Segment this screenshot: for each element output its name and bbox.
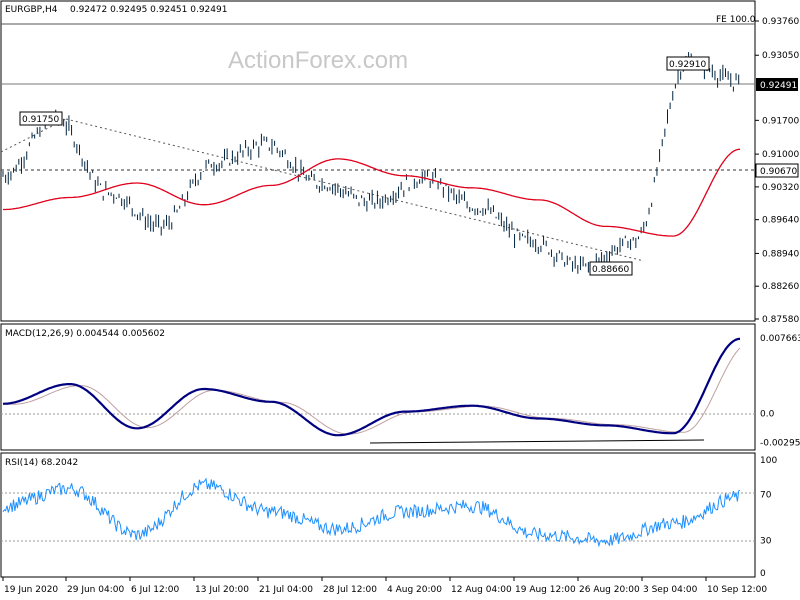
watermark: ActionForex.com <box>228 47 408 74</box>
annotation-low: 0.88660 <box>589 261 633 276</box>
header-symbol: EURGBP,H4 <box>5 5 58 15</box>
x-tick-label: 28 Jul 12:00 <box>323 585 377 595</box>
macd-label: MACD(12,26,9) 0.004544 0.005602 <box>5 329 165 339</box>
rsi-panel <box>0 452 756 578</box>
macd-tick-label: -0.002952 <box>760 439 800 449</box>
x-tick-label: 19 Aug 12:00 <box>515 585 576 595</box>
macd-panel <box>0 323 756 451</box>
x-tick-label: 13 Jul 20:00 <box>195 585 249 595</box>
x-tick-label: 12 Aug 04:00 <box>451 585 512 595</box>
price-tick-label: 0.90320 <box>762 183 799 193</box>
price-tick-label: 0.93760 <box>762 17 799 27</box>
price-tick-label: 0.91700 <box>762 116 799 126</box>
macd-tick-label: 0.0 <box>760 410 775 420</box>
price-tick-label: 0.88940 <box>762 249 799 259</box>
chart-window: EURGBP,H4 0.92472 0.92495 0.92451 0.9249… <box>0 0 800 600</box>
svg-text:0.91750: 0.91750 <box>22 115 59 125</box>
price-tick-label: 0.89640 <box>762 216 799 226</box>
macd-axis: 0.007663 0.0 -0.002952 <box>760 334 800 448</box>
rsi-tick-label: 70 <box>760 491 772 501</box>
rsi-axis: 100 70 30 0 <box>760 456 777 579</box>
price-tick-label: 0.87580 <box>762 315 799 325</box>
x-tick-label: 4 Aug 20:00 <box>387 585 442 595</box>
support-price-label: 0.90670 <box>760 167 797 177</box>
current-price-label: 0.92491 <box>760 81 797 91</box>
price-tick-label: 0.91000 <box>762 150 799 160</box>
macd-tick-label: 0.007663 <box>760 334 800 344</box>
x-tick-label: 6 Jul 12:00 <box>131 585 180 595</box>
x-tick-label: 10 Sep 12:00 <box>707 585 767 595</box>
rsi-tick-label: 0 <box>760 569 766 579</box>
annotation-jun-high: 0.91750 <box>19 111 63 126</box>
x-tick-label: 3 Sep 04:00 <box>643 585 698 595</box>
svg-text:0.92910: 0.92910 <box>669 60 706 70</box>
x-tick-label: 19 Jun 2020 <box>4 585 58 595</box>
svg-text:0.88660: 0.88660 <box>592 265 629 275</box>
chart-svg: EURGBP,H4 0.92472 0.92495 0.92451 0.9249… <box>0 0 800 595</box>
x-tick-label: 21 Jul 04:00 <box>259 585 313 595</box>
price-tick-label: 0.88260 <box>762 282 799 292</box>
header-ohlc: 0.92472 0.92495 0.92451 0.92491 <box>70 5 227 15</box>
rsi-label: RSI(14) 68.2042 <box>5 458 78 468</box>
x-tick-label: 29 Jun 04:00 <box>67 585 124 595</box>
price-tick-label: 0.93050 <box>762 51 799 61</box>
x-tick-label: 26 Aug 20:00 <box>579 585 640 595</box>
rsi-tick-label: 100 <box>760 456 777 466</box>
rsi-tick-label: 30 <box>760 537 772 547</box>
annotation-high: 0.92910 <box>666 56 710 71</box>
x-axis: 19 Jun 2020 29 Jun 04:00 6 Jul 12:00 13 Jul… <box>2 577 767 595</box>
